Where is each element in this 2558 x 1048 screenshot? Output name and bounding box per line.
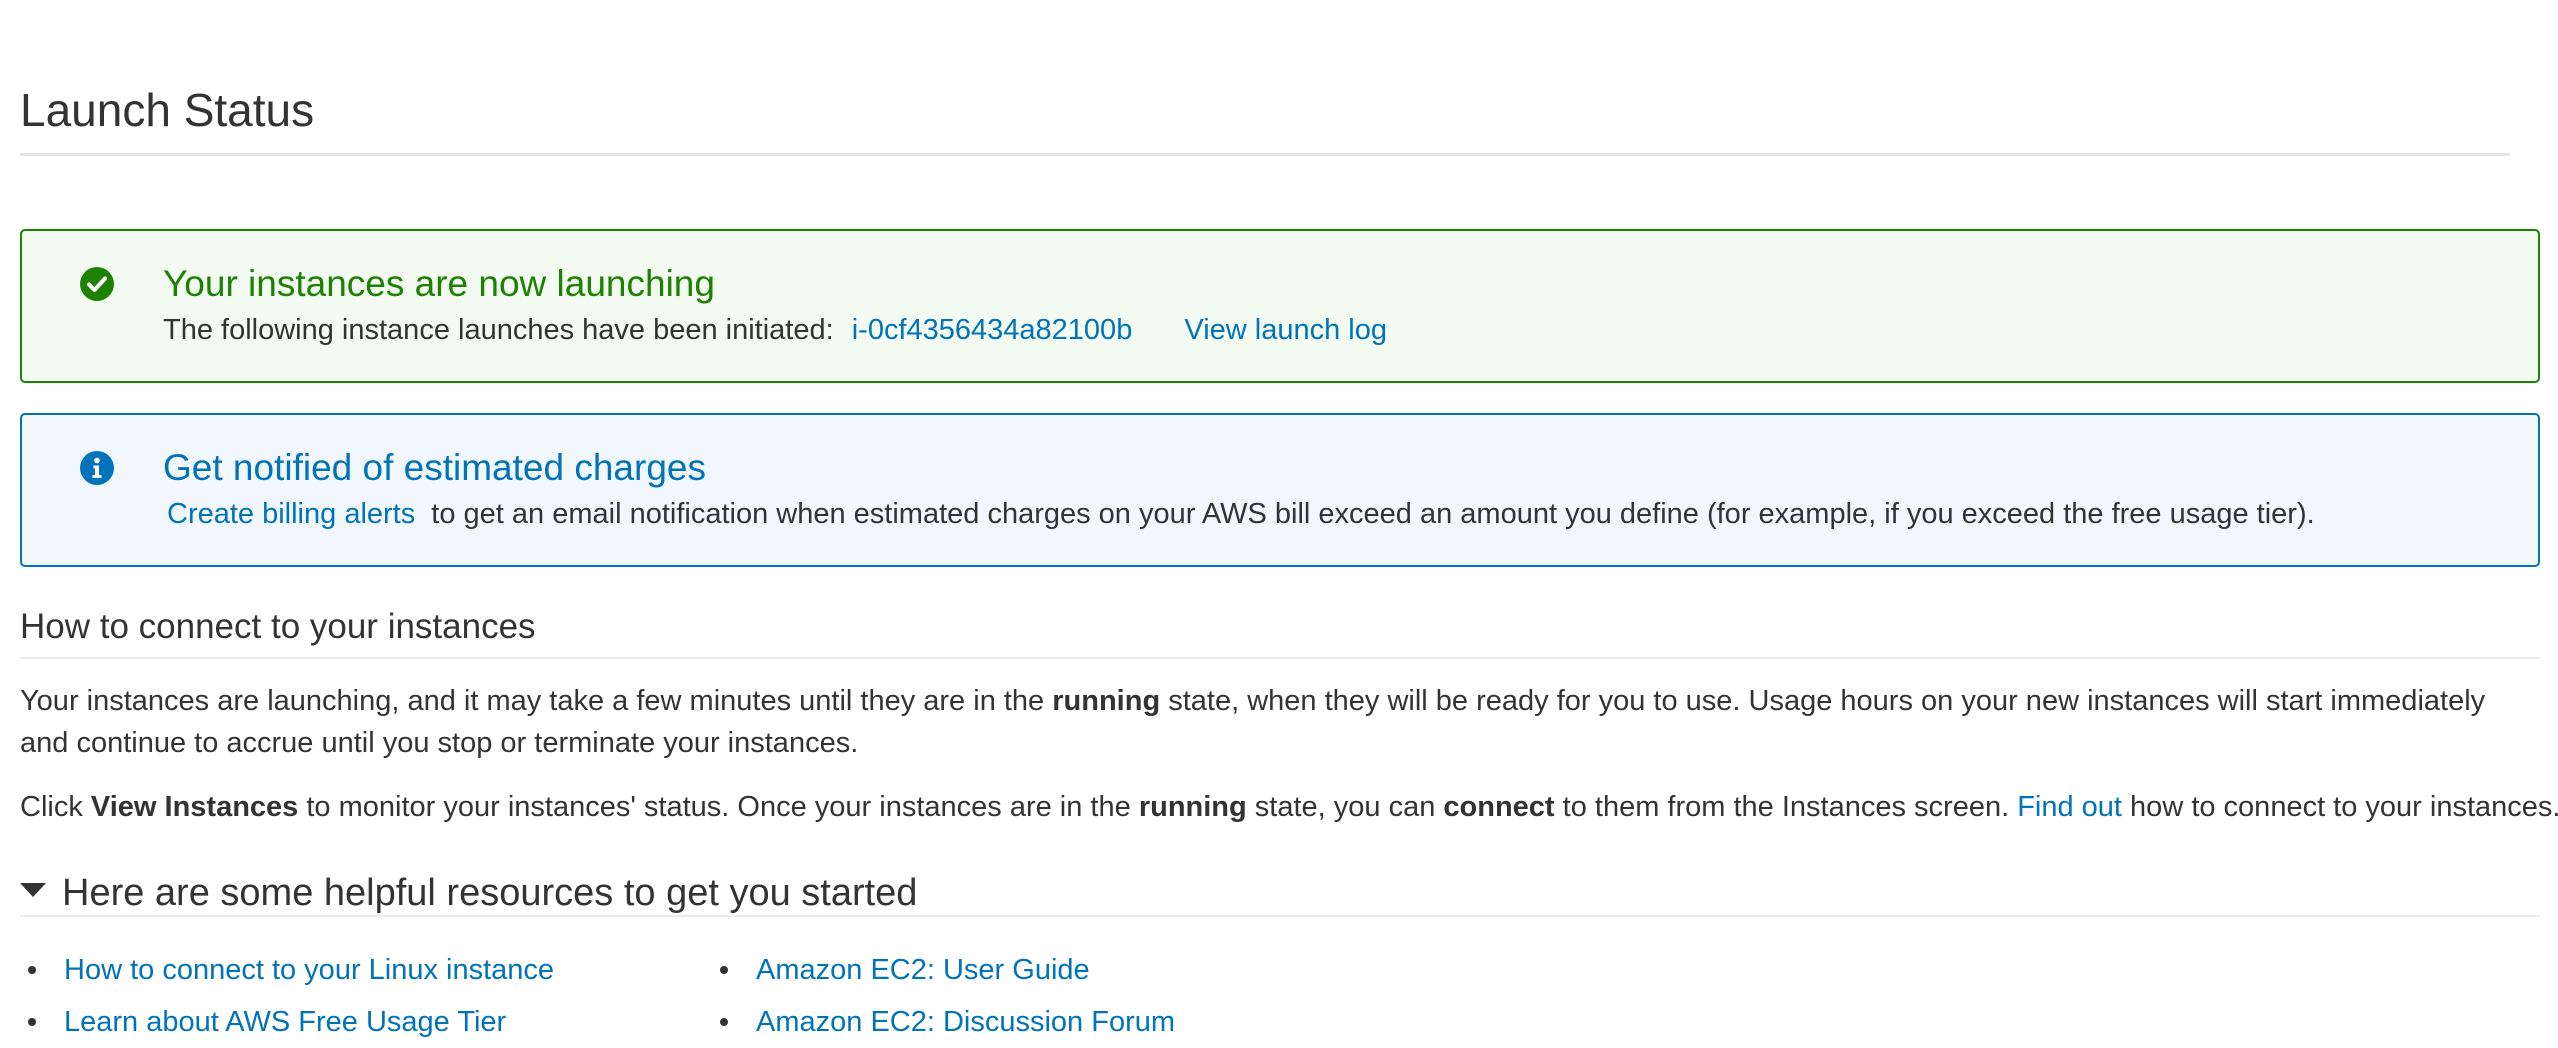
launch-status-page: Launch Status Your instances are now lau…: [0, 0, 2558, 1046]
para2-bold-view-instances: View Instances: [90, 791, 299, 823]
instance-id-link[interactable]: i-0cf4356434a82100b: [852, 314, 1133, 346]
caret-down-icon: [20, 883, 46, 897]
view-launch-log-link[interactable]: View launch log: [1184, 314, 1387, 346]
info-alert-body: Create billing alerts to get an email no…: [167, 495, 2315, 533]
billing-info-alert: Get notified of estimated charges Create…: [20, 413, 2540, 567]
para2-bold-running: running: [1138, 791, 1247, 823]
para2-text-5: how to connect to your instances.: [2122, 791, 2558, 823]
linux-connect-link[interactable]: How to connect to your Linux instance: [64, 954, 554, 986]
title-divider: [20, 153, 2510, 156]
launch-success-alert: Your instances are now launching The fol…: [20, 229, 2540, 383]
para1-bold-running: running: [1052, 685, 1161, 717]
ec2-forum-link[interactable]: Amazon EC2: Discussion Forum: [756, 1006, 1175, 1038]
info-circle-icon: [79, 450, 115, 486]
info-alert-heading: Get notified of estimated charges: [163, 447, 706, 488]
list-item: Learn about AWS Free Usage Tier: [20, 996, 554, 1048]
connect-section-heading: How to connect to your instances: [20, 607, 536, 646]
connect-section-divider: [20, 657, 2540, 659]
find-out-link[interactable]: Find out: [2017, 791, 2122, 823]
resources-section-heading: Here are some helpful resources to get y…: [62, 872, 918, 914]
resources-section-divider: [20, 915, 2540, 917]
check-circle-icon: [79, 266, 115, 302]
create-billing-alerts-link[interactable]: Create billing alerts: [167, 498, 415, 530]
list-item: Amazon EC2: User Guide: [712, 944, 1175, 996]
ec2-user-guide-link[interactable]: Amazon EC2: User Guide: [756, 954, 1090, 986]
bullet-icon: [720, 966, 728, 974]
resources-list-right: Amazon EC2: User Guide Amazon EC2: Discu…: [712, 944, 1175, 1048]
connect-paragraph-1: Your instances are launching, and it may…: [20, 680, 2540, 764]
connect-paragraph-2: Click View Instances to monitor your ins…: [20, 786, 2558, 828]
success-alert-text: The following instance launches have bee…: [163, 314, 834, 346]
para2-text-2: to monitor your instances' status. Once …: [298, 791, 1139, 823]
page-title: Launch Status: [20, 84, 315, 136]
free-tier-link[interactable]: Learn about AWS Free Usage Tier: [64, 1006, 506, 1038]
bullet-icon: [28, 966, 36, 974]
list-item: How to connect to your Linux instance: [20, 944, 554, 996]
resources-list-left: How to connect to your Linux instance Le…: [20, 944, 554, 1048]
para2-bold-connect: connect: [1443, 791, 1555, 823]
para2-text-1: Click: [20, 791, 91, 823]
bullet-icon: [720, 1018, 728, 1026]
bullet-icon: [28, 1018, 36, 1026]
list-item: Amazon EC2: Discussion Forum: [712, 996, 1175, 1048]
success-alert-body: The following instance launches have bee…: [163, 311, 1387, 349]
resources-toggle[interactable]: Here are some helpful resources to get y…: [20, 870, 917, 916]
success-alert-heading: Your instances are now launching: [163, 263, 715, 304]
info-alert-text: to get an email notification when estima…: [431, 498, 2315, 530]
para2-text-3: state, you can: [1246, 791, 1444, 823]
para2-text-4: to them from the Instances screen.: [1554, 791, 2018, 823]
para1-text-1: Your instances are launching, and it may…: [20, 685, 1053, 717]
